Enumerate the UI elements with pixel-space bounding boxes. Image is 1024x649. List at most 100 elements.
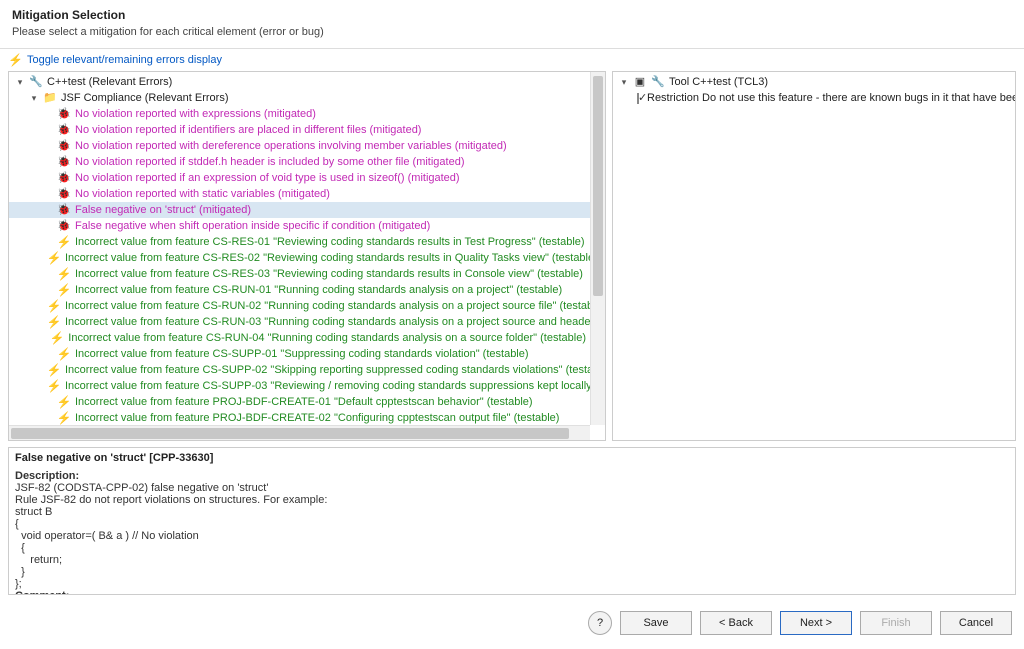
bug-icon: 🐞 bbox=[57, 107, 71, 121]
help-button[interactable]: ? bbox=[588, 611, 612, 635]
caret-down-icon[interactable]: ▾ bbox=[29, 93, 39, 103]
tree-item-label: Incorrect value from feature CS-RUN-01 "… bbox=[75, 283, 562, 297]
description-body: JSF-82 (CODSTA-CPP-02) false negative on… bbox=[15, 482, 1009, 590]
lightning-icon: ⚡ bbox=[47, 315, 61, 329]
tree-item[interactable]: ⚡ Incorrect value from feature CS-SUPP-01… bbox=[9, 346, 590, 362]
vertical-scrollbar[interactable] bbox=[590, 72, 605, 425]
bug-icon: 🐞 bbox=[57, 219, 71, 233]
lightning-icon: ⚡ bbox=[57, 347, 71, 361]
lightning-icon: ⚡ bbox=[57, 395, 71, 409]
bug-icon: 🐞 bbox=[57, 123, 71, 137]
bug-icon: 🐞 bbox=[57, 155, 71, 169]
lightning-icon: ⚡ bbox=[8, 53, 23, 67]
lightning-icon: ⚡ bbox=[57, 267, 71, 281]
detail-heading: False negative on 'struct' [CPP-33630] bbox=[15, 452, 213, 464]
tree-item-label: Incorrect value from feature CS-SUPP-02 … bbox=[65, 363, 605, 377]
tree-item-label: No violation reported with static variab… bbox=[75, 187, 330, 201]
tree-item-selected[interactable]: 🐞 False negative on 'struct' (mitigated) bbox=[9, 202, 590, 218]
tree-item-label: Incorrect value from feature PROJ-BDF-CR… bbox=[75, 411, 559, 425]
button-bar: ? Save < Back Next > Finish Cancel bbox=[0, 595, 1024, 649]
lightning-icon: ⚡ bbox=[50, 331, 64, 345]
dialog-header: Mitigation Selection Please select a mit… bbox=[0, 0, 1024, 49]
toggle-display-link[interactable]: Toggle relevant/remaining errors display bbox=[27, 54, 222, 66]
tree-item[interactable]: ⚡Incorrect value from feature CS-SUPP-03… bbox=[9, 378, 590, 394]
page-subtitle: Please select a mitigation for each crit… bbox=[12, 26, 1012, 38]
tree-item[interactable]: ⚡Incorrect value from feature CS-RES-02 … bbox=[9, 250, 590, 266]
mitigation-root-label: Tool C++test (TCL3) bbox=[669, 75, 768, 89]
checkbox-icon[interactable] bbox=[637, 93, 639, 104]
lightning-icon: ⚡ bbox=[57, 235, 71, 249]
lightning-icon: ⚡ bbox=[47, 363, 61, 377]
detail-panel: False negative on 'struct' [CPP-33630] D… bbox=[8, 447, 1016, 595]
tree-item[interactable]: ⚡ Incorrect value from feature CS-RUN-04 … bbox=[9, 330, 590, 346]
tree-item[interactable]: ⚡ Incorrect value from feature CS-RUN-01 … bbox=[9, 282, 590, 298]
tree-item-label: Incorrect value from feature CS-RES-02 "… bbox=[65, 251, 598, 265]
tree-item-label: No violation reported if identifiers are… bbox=[75, 123, 421, 137]
toolbar: ⚡ Toggle relevant/remaining errors displ… bbox=[0, 49, 1024, 71]
tree-item[interactable]: 🐞 No violation reported with static varia… bbox=[9, 186, 590, 202]
tree-item[interactable]: 🐞 No violation reported with expressions … bbox=[9, 106, 590, 122]
caret-down-icon[interactable]: ▾ bbox=[15, 77, 25, 87]
tree-root-label: C++test (Relevant Errors) bbox=[47, 75, 172, 89]
tree-group-label: JSF Compliance (Relevant Errors) bbox=[61, 91, 229, 105]
tree-item-label: No violation reported if an expression o… bbox=[75, 171, 460, 185]
lightning-icon: ⚡ bbox=[57, 283, 71, 297]
mitigation-item[interactable]: Restriction Do not use this feature - th… bbox=[613, 90, 1015, 106]
tree-item[interactable]: ⚡ Incorrect value from feature CS-RES-01 … bbox=[9, 234, 590, 250]
tree-item-label: No violation reported if stddef.h header… bbox=[75, 155, 465, 169]
next-button[interactable]: Next > bbox=[780, 611, 852, 635]
left-panel: ▾ 🔧 C++test (Relevant Errors) ▾ 📁 JSF Co bbox=[8, 71, 606, 441]
error-tree[interactable]: ▾ 🔧 C++test (Relevant Errors) ▾ 📁 JSF Co bbox=[9, 72, 605, 425]
lightning-icon: ⚡ bbox=[47, 379, 61, 393]
back-button[interactable]: < Back bbox=[700, 611, 772, 635]
comment-label: Comment: bbox=[15, 590, 69, 595]
bug-icon: 🐞 bbox=[57, 171, 71, 185]
mitigation-tree[interactable]: ▾ ▣ 🔧 Tool C++test (TCL3) Restriction Do… bbox=[613, 72, 1015, 440]
folder-icon: 📁 bbox=[43, 91, 57, 105]
page-title: Mitigation Selection bbox=[12, 8, 1012, 22]
lightning-icon: ⚡ bbox=[57, 411, 71, 425]
horizontal-scrollbar[interactable] bbox=[9, 425, 590, 440]
tree-item-label: Incorrect value from feature CS-SUPP-01 … bbox=[75, 347, 529, 361]
description-label: Description: bbox=[15, 470, 79, 482]
tree-item-label: Incorrect value from feature CS-RES-03 "… bbox=[75, 267, 583, 281]
tree-item-label: Incorrect value from feature CS-RUN-03 "… bbox=[65, 315, 605, 329]
caret-down-icon[interactable]: ▾ bbox=[619, 77, 629, 87]
tree-item[interactable]: 🐞 No violation reported if an expression … bbox=[9, 170, 590, 186]
save-button[interactable]: Save bbox=[620, 611, 692, 635]
tree-root[interactable]: ▾ 🔧 C++test (Relevant Errors) bbox=[9, 74, 590, 90]
tree-item-label: False negative when shift operation insi… bbox=[75, 219, 430, 233]
tree-group[interactable]: ▾ 📁 JSF Compliance (Relevant Errors) bbox=[9, 90, 590, 106]
tree-item[interactable]: 🐞 No violation reported with dereference … bbox=[9, 138, 590, 154]
finish-button: Finish bbox=[860, 611, 932, 635]
tree-item-label: Incorrect value from feature CS-RUN-02 "… bbox=[65, 299, 605, 313]
tree-item[interactable]: 🐞 No violation reported if identifiers ar… bbox=[9, 122, 590, 138]
tree-item[interactable]: ⚡Incorrect value from feature CS-RUN-02 … bbox=[9, 298, 590, 314]
tree-item-label: No violation reported with expressions (… bbox=[75, 107, 316, 121]
stop-icon: ▣ bbox=[633, 75, 647, 89]
lightning-icon: ⚡ bbox=[47, 251, 61, 265]
lightning-icon: ⚡ bbox=[47, 299, 61, 313]
tree-item[interactable]: 🐞 False negative when shift operation ins… bbox=[9, 218, 590, 234]
wrench-icon: 🔧 bbox=[651, 75, 665, 89]
tree-item-label: False negative on 'struct' (mitigated) bbox=[75, 203, 251, 217]
tree-item-label: Incorrect value from feature PROJ-BDF-CR… bbox=[75, 395, 533, 409]
right-panel: ▾ ▣ 🔧 Tool C++test (TCL3) Restriction Do… bbox=[612, 71, 1016, 441]
tree-item-label: Incorrect value from feature CS-SUPP-03 … bbox=[65, 379, 605, 393]
tree-item[interactable]: ⚡Incorrect value from feature CS-RUN-03 … bbox=[9, 314, 590, 330]
tree-item[interactable]: ⚡Incorrect value from feature CS-SUPP-02… bbox=[9, 362, 590, 378]
mitigation-root[interactable]: ▾ ▣ 🔧 Tool C++test (TCL3) bbox=[613, 74, 1015, 90]
bug-icon: 🐞 bbox=[57, 203, 71, 217]
tree-item-label: Incorrect value from feature CS-RES-01 "… bbox=[75, 235, 585, 249]
wrench-icon: 🔧 bbox=[29, 75, 43, 89]
bug-icon: 🐞 bbox=[57, 139, 71, 153]
bug-icon: 🐞 bbox=[57, 187, 71, 201]
tree-item[interactable]: ⚡ Incorrect value from feature PROJ-BDF-C… bbox=[9, 394, 590, 410]
cancel-button[interactable]: Cancel bbox=[940, 611, 1012, 635]
tree-item[interactable]: 🐞 No violation reported if stddef.h heade… bbox=[9, 154, 590, 170]
tree-item-label: No violation reported with dereference o… bbox=[75, 139, 507, 153]
tree-item-label: Incorrect value from feature CS-RUN-04 "… bbox=[68, 331, 586, 345]
mitigation-item-label: Restriction Do not use this feature - th… bbox=[647, 91, 1015, 105]
tree-item[interactable]: ⚡ Incorrect value from feature PROJ-BDF-C… bbox=[9, 410, 590, 425]
tree-item[interactable]: ⚡ Incorrect value from feature CS-RES-03 … bbox=[9, 266, 590, 282]
